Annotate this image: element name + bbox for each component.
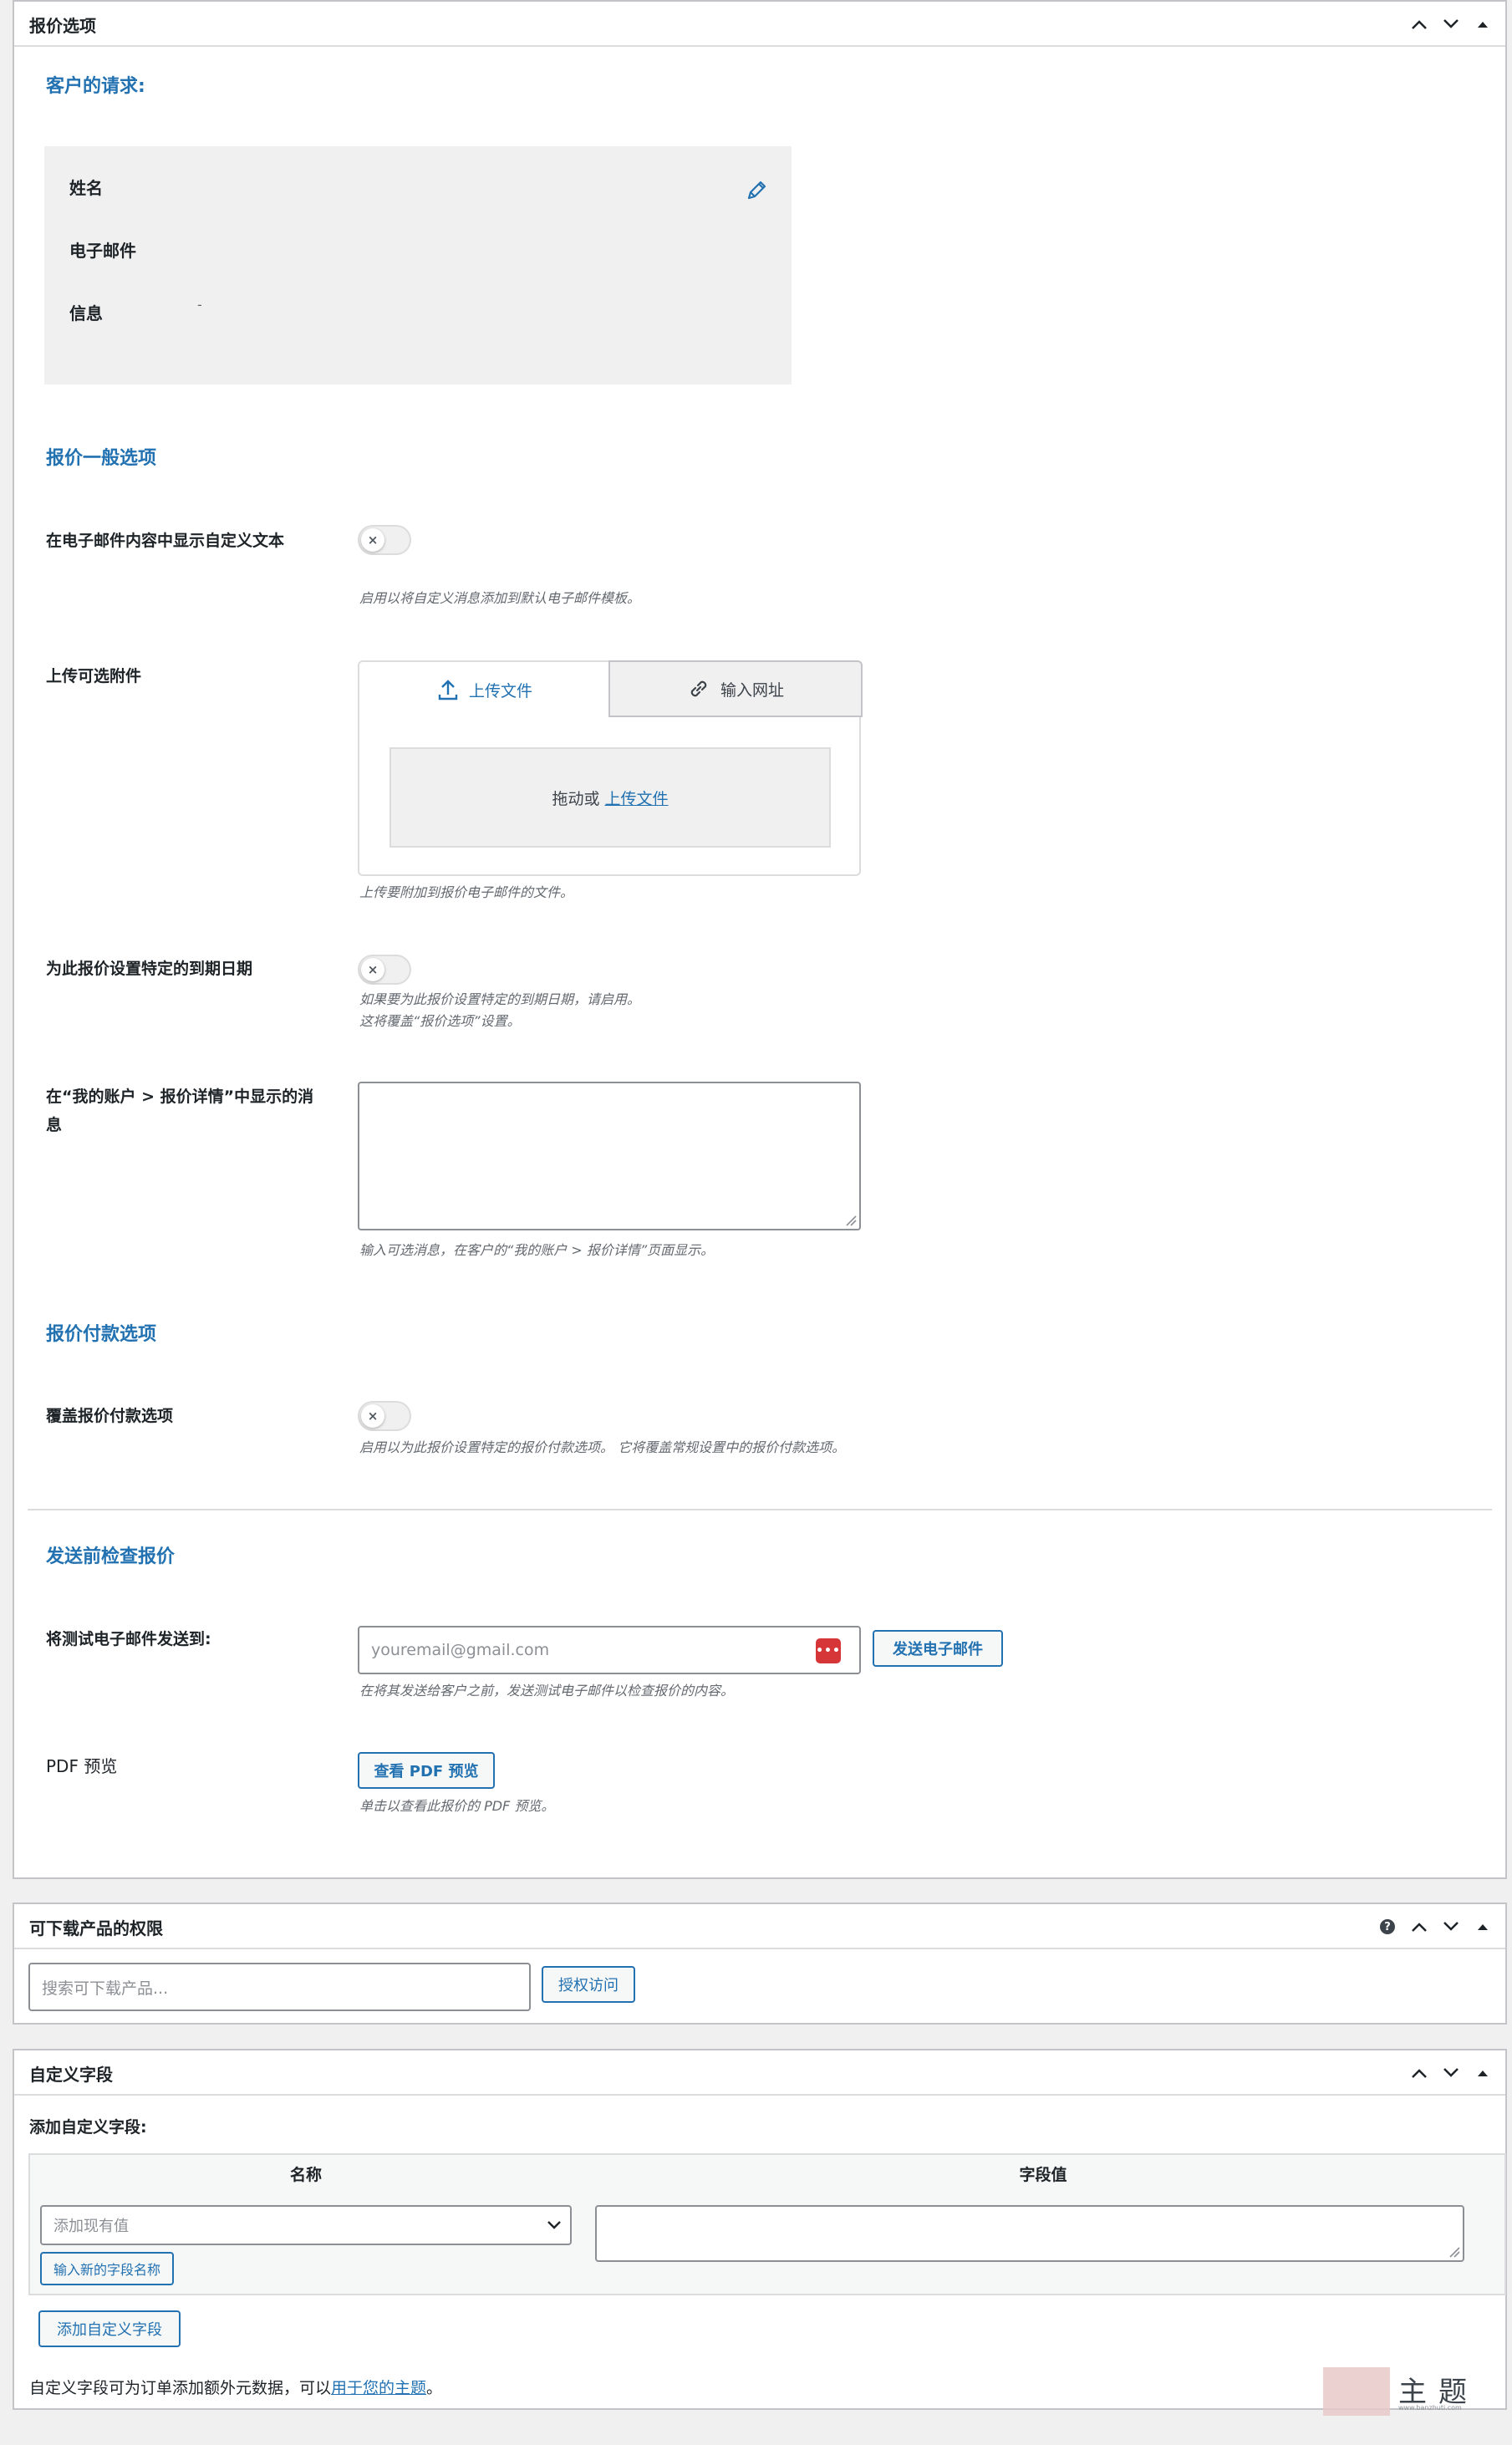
quote-options-header: 报价选项 bbox=[14, 2, 1505, 47]
account-message-textarea[interactable] bbox=[358, 1082, 861, 1230]
tab-enter-url[interactable]: 输入网址 bbox=[608, 660, 863, 717]
toggle-off-icon: × bbox=[361, 528, 384, 552]
move-down-icon[interactable] bbox=[1437, 2059, 1465, 2087]
drop-zone-text: 拖动或 bbox=[552, 789, 600, 808]
add-custom-field-button[interactable]: 添加自定义字段 bbox=[38, 2310, 181, 2347]
watermark: 主题 www.banzhuti.com bbox=[1323, 2367, 1490, 2417]
attachment-uploader: 上传文件 输入网址 拖动或 上传文件 bbox=[358, 660, 863, 876]
upload-drop-zone[interactable]: 拖动或 上传文件 bbox=[389, 747, 831, 848]
column-header-value: 字段值 bbox=[1019, 2166, 1067, 2184]
custom-fields-header: 自定义字段 bbox=[14, 2050, 1505, 2096]
resize-handle-icon[interactable] bbox=[845, 1215, 857, 1226]
drop-zone-upload-link[interactable]: 上传文件 bbox=[605, 787, 669, 809]
existing-field-select[interactable]: 添加现有值 bbox=[40, 2205, 572, 2245]
move-down-icon[interactable] bbox=[1437, 10, 1465, 38]
tab-upload-file-label: 上传文件 bbox=[468, 681, 532, 700]
quote-options-box: 报价选项 客户的请求: 姓名 电子邮件 信息 - 报价一般选项 在电子邮件内容中… bbox=[13, 0, 1507, 1879]
search-downloadable-products-input[interactable]: 搜索可下载产品... bbox=[28, 1963, 531, 2011]
existing-field-select-value: 添加现有值 bbox=[53, 2218, 129, 2235]
toggle-off-icon: × bbox=[361, 1404, 384, 1428]
move-down-icon[interactable] bbox=[1437, 1913, 1465, 1941]
check-before-send-heading: 发送前检查报价 bbox=[46, 1546, 176, 1567]
override-payment-toggle[interactable]: × bbox=[358, 1401, 411, 1431]
resize-handle-icon[interactable] bbox=[1448, 2246, 1460, 2258]
column-header-name: 名称 bbox=[289, 2166, 322, 2184]
header-controls bbox=[1405, 2059, 1497, 2087]
move-up-icon[interactable] bbox=[1405, 2059, 1433, 2087]
upload-icon bbox=[438, 680, 458, 700]
section-divider bbox=[28, 1509, 1492, 1510]
quote-options-title: 报价选项 bbox=[29, 16, 96, 36]
test-email-placeholder: youremail@gmail.com bbox=[371, 1641, 550, 1659]
attachment-description: 上传要附加到报价电子邮件的文件。 bbox=[359, 884, 574, 900]
general-options-heading: 报价一般选项 bbox=[46, 448, 157, 469]
expiry-description-line2: 这将覆盖“报价选项”设置。 bbox=[359, 1013, 521, 1029]
customer-request-panel: 姓名 电子邮件 信息 - bbox=[44, 146, 792, 385]
collapse-toggle-icon[interactable] bbox=[1469, 10, 1497, 38]
override-payment-description: 启用以为此报价设置特定的报价付款选项。 它将覆盖常规设置中的报价付款选项。 bbox=[359, 1439, 846, 1455]
customer-message-label: 信息 bbox=[69, 303, 103, 323]
custom-text-toggle[interactable]: × bbox=[358, 525, 411, 555]
test-email-input[interactable]: youremail@gmail.com ••• bbox=[358, 1626, 861, 1674]
help-icon[interactable]: ? bbox=[1373, 1913, 1402, 1941]
override-payment-label: 覆盖报价付款选项 bbox=[46, 1407, 174, 1425]
customer-name-label: 姓名 bbox=[69, 178, 103, 198]
account-message-label: 在“我的账户 > 报价详情”中显示的消息 bbox=[46, 1088, 314, 1134]
customer-message-value: - bbox=[197, 297, 202, 313]
pdf-preview-description: 单击以查看此报价的 PDF 预览。 bbox=[359, 1798, 555, 1814]
downloadable-permissions-header: 可下载产品的权限 ? bbox=[14, 1904, 1505, 1949]
expiry-description-line1: 如果要为此报价设置特定的到期日期，请启用。 bbox=[359, 991, 641, 1007]
downloadable-permissions-box: 可下载产品的权限 ? 搜索可下载产品... 授权访问 bbox=[13, 1903, 1507, 2025]
custom-fields-box: 自定义字段 添加自定义字段: 名称 字段值 添加现有值 输入新的字段名称 添加自… bbox=[13, 2049, 1507, 2410]
enter-new-field-name-button[interactable]: 输入新的字段名称 bbox=[40, 2252, 174, 2285]
tab-upload-file[interactable]: 上传文件 bbox=[359, 662, 610, 717]
footer-text: 自定义字段可为订单添加额外元数据，可以 bbox=[29, 2379, 332, 2397]
tab-enter-url-label: 输入网址 bbox=[720, 680, 784, 700]
expiry-toggle[interactable]: × bbox=[358, 955, 411, 985]
collapse-toggle-icon[interactable] bbox=[1469, 2059, 1497, 2087]
watermark-url: www.banzhuti.com bbox=[1398, 2404, 1462, 2412]
custom-fields-title: 自定义字段 bbox=[29, 2065, 113, 2085]
toggle-off-icon: × bbox=[361, 958, 384, 981]
attachment-label: 上传可选附件 bbox=[46, 667, 142, 685]
view-pdf-preview-button[interactable]: 查看 PDF 预览 bbox=[358, 1752, 495, 1789]
move-up-icon[interactable] bbox=[1405, 1913, 1433, 1941]
field-value-textarea[interactable] bbox=[595, 2205, 1464, 2262]
custom-text-description: 启用以将自定义消息添加到默认电子邮件模板。 bbox=[359, 590, 641, 606]
password-manager-icon[interactable]: ••• bbox=[816, 1638, 841, 1663]
customer-request-heading: 客户的请求: bbox=[46, 76, 145, 97]
custom-text-label: 在电子邮件内容中显示自定义文本 bbox=[46, 532, 285, 550]
add-custom-field-label: 添加自定义字段: bbox=[29, 2118, 147, 2137]
account-message-description: 输入可选消息，在客户的“我的账户 > 报价详情”页面显示。 bbox=[359, 1242, 715, 1258]
chevron-down-icon bbox=[547, 2221, 561, 2229]
collapse-toggle-icon[interactable] bbox=[1469, 1913, 1497, 1941]
header-controls: ? bbox=[1373, 1913, 1497, 1941]
send-test-email-button[interactable]: 发送电子邮件 bbox=[873, 1630, 1003, 1667]
grant-access-button[interactable]: 授权访问 bbox=[542, 1966, 635, 2003]
payment-options-heading: 报价付款选项 bbox=[46, 1324, 157, 1345]
downloadable-permissions-title: 可下载产品的权限 bbox=[29, 1918, 163, 1938]
watermark-logo bbox=[1323, 2367, 1390, 2416]
custom-field-table: 名称 字段值 添加现有值 输入新的字段名称 bbox=[28, 2153, 1506, 2295]
use-in-theme-link[interactable]: 用于您的主题 bbox=[331, 2379, 426, 2397]
footer-period: 。 bbox=[426, 2379, 443, 2397]
test-email-description: 在将其发送给客户之前，发送测试电子邮件以检查报价的内容。 bbox=[359, 1683, 735, 1699]
link-icon bbox=[690, 680, 707, 697]
test-email-label: 将测试电子邮件发送到: bbox=[46, 1630, 211, 1648]
pdf-preview-label: PDF 预览 bbox=[46, 1756, 118, 1776]
expiry-label: 为此报价设置特定的到期日期 bbox=[46, 960, 253, 978]
move-up-icon[interactable] bbox=[1405, 10, 1433, 38]
header-controls bbox=[1405, 10, 1497, 38]
edit-pencil-icon[interactable] bbox=[744, 178, 772, 206]
customer-email-label: 电子邮件 bbox=[69, 241, 136, 261]
custom-fields-footer: 自定义字段可为订单添加额外元数据，可以用于您的主题。 bbox=[29, 2376, 442, 2398]
search-downloadable-placeholder: 搜索可下载产品... bbox=[42, 1979, 169, 1998]
